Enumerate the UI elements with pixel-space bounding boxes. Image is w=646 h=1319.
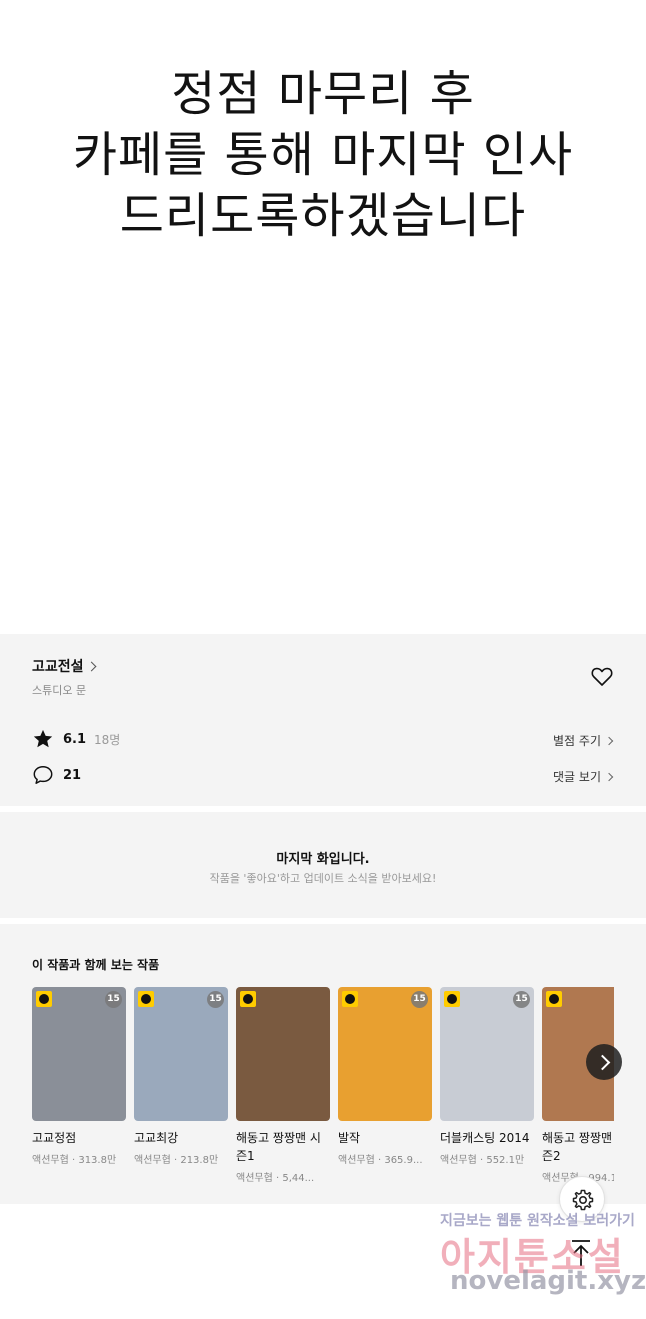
recommendation-meta: 액션무협 · 213.8만 [134, 1155, 219, 1166]
chevron-right-icon [604, 772, 614, 781]
series-info: 고교전설 스튜디오 문 6.1 18명 별점 주기 21 댓글 보기 [0, 634, 646, 806]
recommendation-title: 고교최강 [134, 1131, 179, 1145]
next-arrow-icon[interactable] [586, 1044, 622, 1080]
panel-line: 정점 마무리 후 [171, 66, 475, 122]
recommendation-thumbnail[interactable]: 15 [338, 987, 432, 1121]
wait-free-icon [36, 991, 52, 1007]
recommendation-card[interactable]: 15 더블캐스팅 2014 액션무협 · 552.1만 [440, 987, 534, 1166]
age-rating-badge: 15 [411, 991, 428, 1008]
view-comments-label: 댓글 보기 [553, 770, 601, 784]
recommendation-card[interactable]: 15 고교정점액션무협 · 313.8만 [32, 987, 126, 1166]
comment-icon [33, 766, 53, 784]
age-rating-badge: 15 [207, 991, 224, 1008]
recommendations-section: 이 작품과 함께 보는 작품 15 고교정점액션무협 · 313.8만 15 고교최강… [0, 924, 646, 1204]
wait-free-icon [138, 991, 154, 1007]
wait-free-icon [240, 991, 256, 1007]
episode-final-panel: 정점 마무리 후 카페를 통해 마지막 인사 드리도록하겠습니다 [0, 0, 646, 634]
rater-count: 18명 [94, 732, 121, 747]
studio-name: 스튜디오 문 [32, 684, 87, 697]
series-title: 고교전설 [32, 659, 84, 675]
wait-free-icon [342, 991, 358, 1007]
panel-line: 드리도록하겠습니다 [119, 188, 527, 244]
recommendation-meta: 액션무협 · 552.1만 [440, 1155, 525, 1166]
last-episode-subtitle: 작품을 '좋아요'하고 업데이트 소식을 받아보세요! [209, 872, 437, 885]
recommendation-card[interactable]: 해동고 짱짱맨 시즌2액션무협 · 994.1만 [542, 987, 614, 1184]
panel-line: 카페를 통해 마지막 인사 [72, 127, 574, 183]
star-icon [33, 729, 53, 748]
recommendation-meta: 액션무협 · 313.8만 [32, 1155, 117, 1166]
panel-message: 정점 마무리 후 카페를 통해 마지막 인사 드리도록하겠습니다 [0, 64, 646, 247]
recommendation-meta: 액션무협 · 365.9... [338, 1155, 423, 1166]
age-rating-badge: 15 [513, 991, 530, 1008]
comment-summary: 21 [32, 764, 81, 786]
chevron-right-icon [86, 661, 96, 671]
recommendation-title: 더블캐스팅 2014 [440, 1131, 530, 1145]
recommendation-thumbnail[interactable] [236, 987, 330, 1121]
recommendation-thumbnail[interactable]: 15 [134, 987, 228, 1121]
wait-free-icon [546, 991, 562, 1007]
rate-button[interactable]: 별점 주기 [553, 732, 614, 749]
recommendation-thumbnail[interactable]: 15 [440, 987, 534, 1121]
age-rating-badge: 15 [105, 991, 122, 1008]
chevron-right-icon [604, 736, 614, 745]
recommendation-carousel[interactable]: 15 고교정점액션무협 · 313.8만 15 고교최강액션무협 · 213.8만 해동… [32, 987, 614, 1197]
recommendations-heading: 이 작품과 함께 보는 작품 [32, 958, 160, 972]
recommendation-card[interactable]: 15 고교최강액션무협 · 213.8만 [134, 987, 228, 1166]
recommendation-card[interactable]: 해동고 짱짱맨 시즌1 액션무협 · 5,44... [236, 987, 330, 1184]
recommendation-card[interactable]: 15 발작액션무협 · 365.9... [338, 987, 432, 1166]
view-comments-button[interactable]: 댓글 보기 [553, 768, 614, 785]
rating-summary: 6.1 18명 [32, 728, 120, 750]
recommendation-title: 고교정점 [32, 1131, 77, 1145]
recommendation-thumbnail[interactable]: 15 [32, 987, 126, 1121]
rating-value: 6.1 [63, 731, 87, 747]
recommendation-title: 해동고 짱짱맨 시즌2 [542, 1131, 614, 1163]
series-title-link[interactable]: 고교전설 [32, 656, 96, 676]
recommendation-title: 발작 [338, 1131, 361, 1145]
watermark-url: novelagit.xyz [450, 1266, 646, 1296]
heart-icon[interactable] [590, 664, 614, 688]
gear-icon [572, 1189, 594, 1211]
recommendation-title: 해동고 짱짱맨 시즌1 [236, 1131, 321, 1163]
last-episode-title: 마지막 화입니다. [276, 852, 370, 867]
wait-free-icon [444, 991, 460, 1007]
recommendation-meta: 액션무협 · 5,44... [236, 1173, 315, 1184]
comment-count: 21 [63, 767, 82, 783]
last-episode-notice: 마지막 화입니다. 작품을 '좋아요'하고 업데이트 소식을 받아보세요! [0, 812, 646, 918]
rate-label: 별점 주기 [553, 734, 601, 748]
